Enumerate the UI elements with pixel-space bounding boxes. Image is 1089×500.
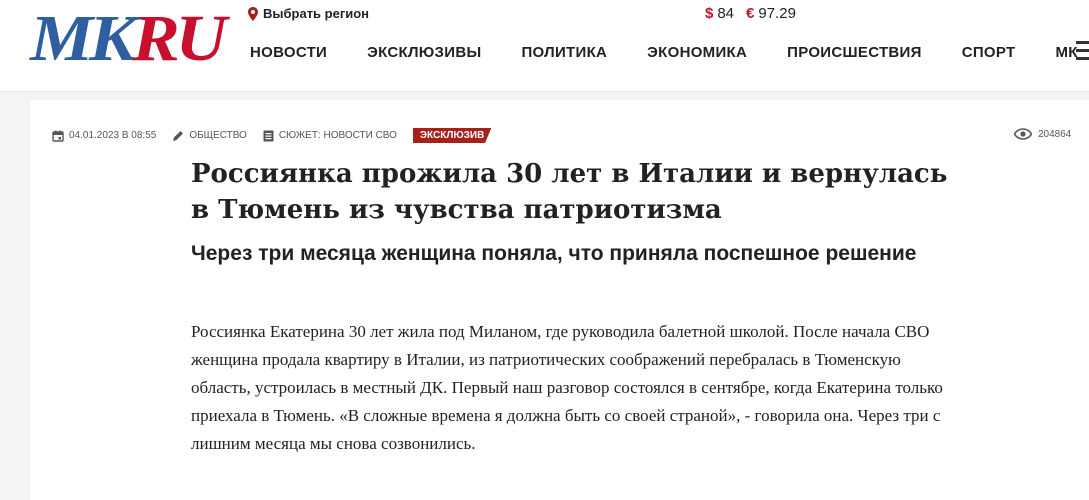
- logo-ru: RU: [132, 2, 227, 75]
- nav-item-news[interactable]: НОВОСТИ: [250, 44, 327, 61]
- article-card: 04.01.2023 в 08:55 ОБЩЕСТВО СЮЖЕТ: НОВОС…: [30, 100, 1089, 500]
- meta-rubric[interactable]: ОБЩЕСТВО: [172, 130, 247, 142]
- eye-icon: [1014, 128, 1032, 140]
- views-counter: 204864: [1014, 128, 1071, 140]
- nav-item-incidents[interactable]: ПРОИСШЕСТВИЯ: [787, 44, 922, 61]
- eur-value: 97.29: [758, 5, 796, 22]
- article-title: Россиянка прожила 30 лет в Италии и верн…: [191, 159, 948, 225]
- views-count: 204864: [1038, 128, 1072, 140]
- nav-item-politics[interactable]: ПОЛИТИКА: [521, 44, 607, 61]
- date-text: 04.01.2023 в 08:55: [69, 130, 157, 141]
- site-header: MKRU Выбрать регион $84 €97.29 НОВОСТИ Э…: [0, 0, 1089, 92]
- currency-rates: $84 €97.29: [705, 5, 796, 22]
- meta-date: 04.01.2023 в 08:55: [52, 130, 156, 142]
- nav-item-sport[interactable]: СПОРТ: [962, 44, 1016, 61]
- article-meta: 04.01.2023 в 08:55 ОБЩЕСТВО СЮЖЕТ: НОВОС…: [52, 128, 492, 143]
- logo-mk: MK: [30, 2, 137, 75]
- main-nav: НОВОСТИ ЭКСКЛЮЗИВЫ ПОЛИТИКА ЭКОНОМИКА ПР…: [250, 41, 1089, 61]
- nav-item-mk[interactable]: МК: [1055, 44, 1077, 61]
- calendar-icon: [52, 130, 64, 142]
- region-label: Выбрать регион: [263, 6, 370, 21]
- eur-symbol: €: [746, 5, 755, 22]
- nav-item-exclusives[interactable]: ЭКСКЛЮЗИВЫ: [367, 44, 481, 61]
- usd-symbol: $: [705, 5, 714, 22]
- site-logo[interactable]: MKRU: [30, 6, 227, 72]
- exclusive-badge[interactable]: ЭКСКЛЮЗИВ: [412, 128, 492, 143]
- story-text: СЮЖЕТ: НОВОСТИ СВО: [278, 130, 397, 141]
- pin-icon: [248, 6, 258, 21]
- usd-rate: $84: [705, 5, 734, 22]
- pencil-icon: [173, 130, 184, 141]
- article-subtitle: Через три месяца женщина поняла, что при…: [191, 242, 917, 265]
- eur-rate: €97.29: [746, 5, 796, 22]
- meta-story[interactable]: СЮЖЕТ: НОВОСТИ СВО: [263, 130, 397, 142]
- rubric-text: ОБЩЕСТВО: [189, 130, 247, 141]
- document-icon: [263, 130, 274, 141]
- article-lead: Россиянка Екатерина 30 лет жила под Мила…: [191, 322, 943, 453]
- usd-value: 84: [717, 5, 735, 22]
- hamburger-icon[interactable]: [1076, 36, 1089, 66]
- nav-item-economy[interactable]: ЭКОНОМИКА: [647, 44, 747, 61]
- region-selector[interactable]: Выбрать регион: [248, 6, 369, 21]
